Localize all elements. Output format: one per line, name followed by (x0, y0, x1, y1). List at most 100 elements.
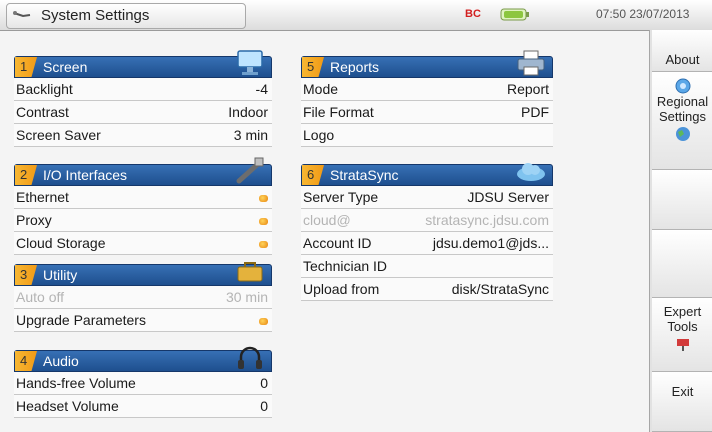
globe-icon (675, 127, 690, 141)
setting-value: jdsu.demo1@jds... (432, 235, 549, 251)
audio-panel-header[interactable]: 4 Audio (14, 346, 272, 372)
setting-row-mode[interactable]: Mode Report (301, 78, 553, 101)
toggle-indicator (259, 212, 268, 228)
setting-label: Upgrade Parameters (16, 312, 146, 328)
setting-row-auto-off: Auto off 30 min (14, 286, 272, 309)
setting-row-hands-free-volume[interactable]: Hands-free Volume 0 (14, 372, 272, 395)
cable-icon (236, 157, 264, 184)
panel-number-tab: 5 (302, 57, 324, 77)
setting-value: Report (506, 81, 549, 97)
setting-value: JDSU Server (467, 189, 549, 205)
setting-row-server-type[interactable]: Server Type JDSU Server (301, 186, 553, 209)
tool-icon (13, 11, 31, 18)
toolbox-icon (237, 262, 263, 282)
exit-button[interactable]: Exit (652, 372, 712, 432)
panel-number-tab: 4 (15, 351, 37, 371)
reports-panel-header[interactable]: 5 Reports (301, 50, 553, 78)
setting-value: -4 (255, 81, 268, 97)
panel-title: StrataSync (330, 167, 399, 183)
setting-row-backlight[interactable]: Backlight -4 (14, 78, 272, 101)
panel-title: Screen (43, 59, 88, 75)
setting-label: Screen Saver (16, 127, 101, 143)
setting-row-cloud-server: cloud@ stratasync.jdsu.com (301, 209, 553, 232)
setting-label: Contrast (16, 104, 69, 120)
io-panel-header[interactable]: 2 I/O Interfaces (14, 157, 272, 186)
setting-value: 3 min (233, 127, 268, 143)
utility-panel-header[interactable]: 3 Utility (14, 262, 272, 286)
toggle-indicator (259, 189, 268, 205)
setting-row-contrast[interactable]: Contrast Indoor (14, 101, 272, 124)
setting-label: Server Type (303, 189, 379, 205)
setting-label: Proxy (16, 212, 52, 228)
setting-row-proxy[interactable]: Proxy (14, 209, 272, 232)
headphones-icon (238, 346, 262, 369)
battery-icon (500, 8, 529, 21)
panel-number-tab: 6 (302, 165, 324, 185)
monitor-icon (237, 50, 263, 75)
cloud-icon (517, 163, 545, 181)
setting-row-headset-volume[interactable]: Headset Volume 0 (14, 395, 272, 418)
regional-settings-button[interactable]: Regional Settings (652, 72, 712, 170)
window-title: System Settings (41, 7, 150, 24)
about-label: About (665, 52, 700, 67)
screen-panel-header[interactable]: 1 Screen (14, 50, 272, 78)
toggle-indicator (259, 312, 268, 328)
setting-row-upload-from[interactable]: Upload from disk/StrataSync (301, 278, 553, 301)
regional-settings-label: Regional Settings (656, 94, 709, 124)
title-bar: System Settings BC 07:50 23/07/2013 (0, 0, 712, 31)
setting-value: 0 (260, 375, 268, 391)
setting-row-ethernet[interactable]: Ethernet (14, 186, 272, 209)
panel-title: I/O Interfaces (43, 167, 128, 183)
setting-row-upgrade-parameters[interactable]: Upgrade Parameters (14, 309, 272, 332)
setting-value: 30 min (225, 289, 268, 305)
bc-icon: BC (465, 8, 481, 20)
stratasync-panel-header[interactable]: 6 StrataSync (301, 163, 553, 186)
setting-label: File Format (303, 104, 374, 120)
printer-icon (517, 50, 545, 76)
panel-title: Utility (43, 267, 78, 283)
setting-row-cloud-storage[interactable]: Cloud Storage (14, 232, 272, 255)
empty-softkey[interactable] (652, 170, 712, 230)
setting-value: stratasync.jdsu.com (425, 212, 549, 228)
stratasync-panel: 6 StrataSync Server Type JDSU Server clo… (301, 163, 553, 301)
empty-softkey[interactable] (652, 230, 712, 298)
expert-tools-button[interactable]: Expert Tools (652, 298, 712, 372)
window-title-tab: System Settings (6, 3, 246, 29)
audio-panel: 4 Audio Hands-free Volume 0 Headset Volu… (14, 346, 272, 418)
setting-label: Backlight (16, 81, 73, 97)
panel-number-tab: 2 (15, 165, 37, 185)
setting-row-file-format[interactable]: File Format PDF (301, 101, 553, 124)
setting-row-technician-id[interactable]: Technician ID (301, 255, 553, 278)
setting-label: Upload from (303, 281, 380, 297)
reports-panel: 5 Reports Mode Report File Format PDF Lo… (301, 50, 553, 147)
setting-value: disk/StrataSync (451, 281, 549, 297)
panel-number-tab: 3 (15, 265, 37, 285)
setting-label: cloud@ (303, 212, 351, 228)
right-softkey-bar: About Regional Settings Expert Tools Exi… (649, 30, 712, 432)
setting-row-logo[interactable]: Logo (301, 124, 553, 147)
setting-label: Logo (303, 127, 335, 143)
panel-number-tab: 1 (15, 57, 37, 77)
setting-label: Mode (303, 81, 339, 97)
setting-label: Headset Volume (16, 398, 119, 414)
setting-label: Auto off (16, 289, 65, 305)
setting-label: Account ID (303, 235, 372, 251)
expert-tools-icon (676, 339, 689, 351)
info-icon (675, 78, 690, 94)
setting-label: Technician ID (303, 258, 388, 274)
about-button[interactable]: About (652, 30, 712, 72)
io-interfaces-panel: 2 I/O Interfaces Ethernet Proxy Cloud St… (14, 157, 272, 255)
utility-panel: 3 Utility Auto off 30 min Upgrade Parame… (14, 262, 272, 332)
panel-title: Reports (330, 59, 380, 75)
setting-value: 0 (260, 398, 268, 414)
exit-label: Exit (671, 384, 694, 399)
setting-value: PDF (521, 104, 549, 120)
setting-label: Ethernet (16, 189, 69, 205)
setting-row-screen-saver[interactable]: Screen Saver 3 min (14, 124, 272, 147)
clock-datetime: 07:50 23/07/2013 (596, 7, 690, 21)
setting-value: Indoor (228, 104, 268, 120)
setting-label: Cloud Storage (16, 235, 106, 251)
setting-row-account-id[interactable]: Account ID jdsu.demo1@jds... (301, 232, 553, 255)
expert-tools-label: Expert Tools (663, 304, 702, 334)
panel-title: Audio (43, 353, 79, 369)
